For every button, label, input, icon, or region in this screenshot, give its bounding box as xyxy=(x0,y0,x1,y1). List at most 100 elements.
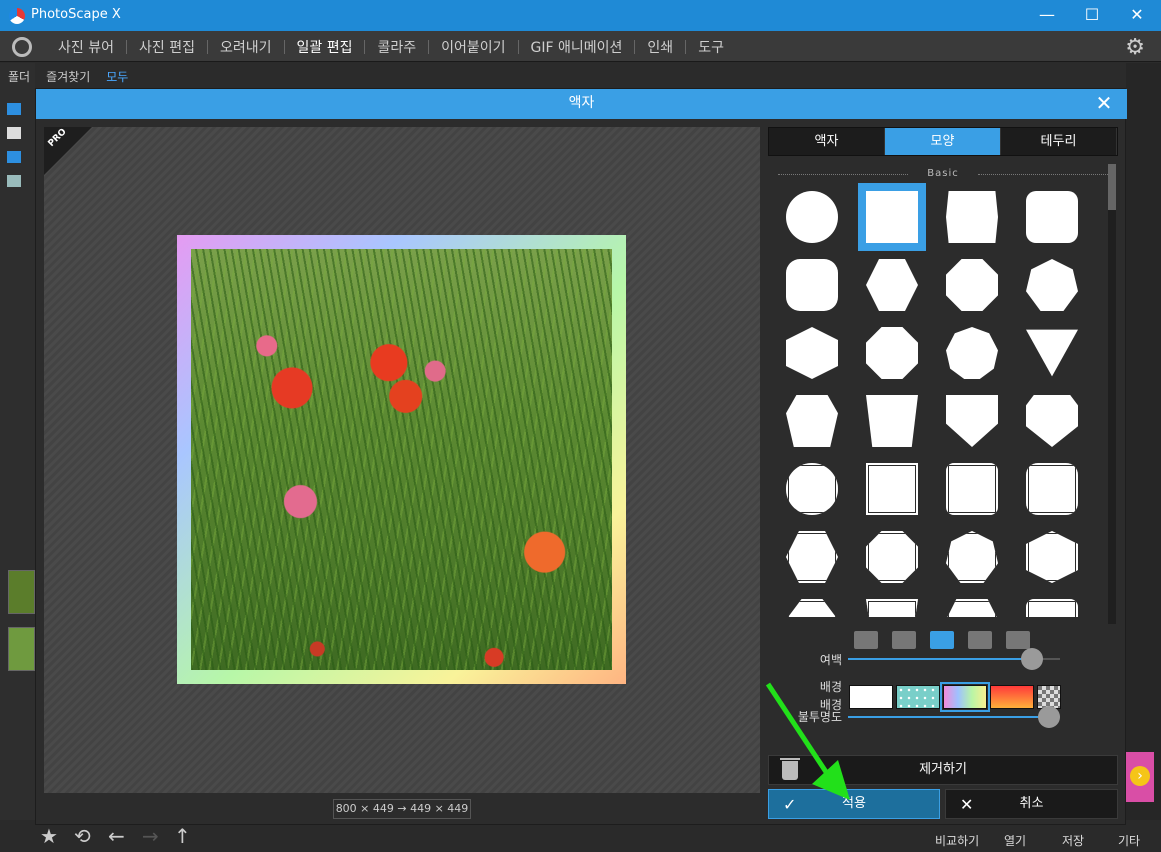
tab-shape[interactable]: 모양 xyxy=(885,128,1001,155)
thumbnail-1[interactable] xyxy=(8,570,35,614)
shape-option[interactable] xyxy=(938,319,1006,387)
shape-option[interactable] xyxy=(858,251,926,319)
tab-folder[interactable]: 폴더 xyxy=(0,63,38,87)
shape-option[interactable] xyxy=(1018,183,1086,251)
shape-option[interactable] xyxy=(1018,387,1086,455)
shape-preview-icon xyxy=(786,327,838,379)
shape-option[interactable] xyxy=(1018,591,1086,617)
mode-flip-vertical-icon[interactable] xyxy=(1006,631,1030,649)
star-icon[interactable]: ★ xyxy=(40,824,58,848)
tab-border[interactable]: 테두리 xyxy=(1001,128,1117,155)
menu-item-8[interactable]: 도구 xyxy=(686,37,736,57)
shape-option[interactable] xyxy=(858,591,926,617)
mode-fit-icon[interactable] xyxy=(930,631,954,649)
preview-canvas: PRO xyxy=(44,127,760,793)
shape-option[interactable] xyxy=(778,455,846,523)
menu-item-7[interactable]: 인쇄 xyxy=(635,37,685,57)
thumbnail-2[interactable] xyxy=(8,627,35,671)
shape-option[interactable] xyxy=(778,591,846,617)
shape-option[interactable] xyxy=(778,319,846,387)
shape-preview-icon xyxy=(866,395,918,447)
opacity-slider[interactable] xyxy=(848,706,1060,728)
shape-preview-icon xyxy=(946,191,998,243)
mode-square-icon[interactable] xyxy=(854,631,878,649)
shape-option[interactable] xyxy=(938,523,1006,591)
shape-option[interactable] xyxy=(778,251,846,319)
shape-option[interactable] xyxy=(1018,523,1086,591)
shape-option[interactable] xyxy=(1018,251,1086,319)
menu-item-5[interactable]: 이어붙이기 xyxy=(429,37,517,57)
menu-item-4[interactable]: 콜라주 xyxy=(365,37,428,57)
shape-preview-icon xyxy=(786,395,838,447)
margin-slider[interactable] xyxy=(848,648,1060,670)
shape-preview-icon xyxy=(786,463,838,515)
cancel-button[interactable]: ✕ 취소 xyxy=(945,789,1118,819)
image-icon[interactable] xyxy=(7,175,21,187)
shape-option[interactable] xyxy=(858,319,926,387)
shape-preview-icon xyxy=(866,531,918,583)
shape-option[interactable] xyxy=(938,455,1006,523)
shape-preview-icon xyxy=(1026,531,1078,583)
compare-label[interactable]: 비교하기 xyxy=(935,832,979,849)
rotate-icon[interactable]: ⟲ xyxy=(74,824,91,848)
mode-flip-horizontal-icon[interactable] xyxy=(968,631,992,649)
opacity-slider-knob[interactable] xyxy=(1038,706,1060,728)
shape-scrollbar[interactable] xyxy=(1108,164,1116,624)
maximize-button[interactable]: ☐ xyxy=(1069,0,1115,31)
shape-option[interactable] xyxy=(938,387,1006,455)
shape-option[interactable] xyxy=(1018,319,1086,387)
shape-option[interactable] xyxy=(858,523,926,591)
shape-preview-icon xyxy=(1026,463,1078,515)
settings-gear-icon[interactable]: ⚙ xyxy=(1125,35,1145,60)
dialog-title: 액자 xyxy=(36,89,1127,119)
shape-preview-icon xyxy=(786,191,838,243)
shape-option[interactable] xyxy=(858,183,926,251)
folder-icon[interactable] xyxy=(7,103,21,115)
menu-item-3[interactable]: 일괄 편집 xyxy=(285,37,365,57)
shape-option[interactable] xyxy=(938,251,1006,319)
photoscape-logo-icon[interactable] xyxy=(12,37,32,57)
back-arrow-icon[interactable]: ← xyxy=(108,824,125,848)
dialog-close-icon[interactable]: ✕ xyxy=(1093,92,1115,114)
close-window-button[interactable]: ✕ xyxy=(1114,0,1160,31)
tab-frame[interactable]: 액자 xyxy=(769,128,885,155)
open-label[interactable]: 열기 xyxy=(1004,832,1026,849)
save-label[interactable]: 저장 xyxy=(1062,832,1084,849)
forward-arrow-icon[interactable]: → xyxy=(142,824,159,848)
shape-preview-icon xyxy=(946,463,998,515)
shape-option[interactable] xyxy=(858,387,926,455)
up-arrow-icon[interactable]: ↑ xyxy=(174,824,191,848)
document-icon[interactable] xyxy=(7,127,21,139)
scroll-thumb[interactable] xyxy=(1108,164,1116,210)
download-icon[interactable] xyxy=(7,151,21,163)
shape-option[interactable] xyxy=(1018,455,1086,523)
shape-option[interactable] xyxy=(778,523,846,591)
shape-preview-icon xyxy=(866,191,918,243)
menu-item-0[interactable]: 사진 뷰어 xyxy=(46,37,126,57)
minimize-button[interactable]: — xyxy=(1024,0,1070,31)
margin-slider-fill xyxy=(848,658,1032,660)
menu-item-2[interactable]: 오려내기 xyxy=(208,37,284,57)
menu-item-6[interactable]: GIF 애니메이션 xyxy=(519,37,635,57)
tab-favorites[interactable]: 즐겨찾기 xyxy=(38,63,98,87)
shape-preview-icon xyxy=(946,531,998,583)
shape-preview-icon xyxy=(946,327,998,379)
swatch-red-orange[interactable] xyxy=(990,685,1034,709)
shape-option[interactable] xyxy=(858,455,926,523)
shape-option[interactable] xyxy=(938,183,1006,251)
mode-ellipse-icon[interactable] xyxy=(892,631,916,649)
shape-option[interactable] xyxy=(938,591,1006,617)
left-tabs: 폴더 즐겨찾기 모두 xyxy=(0,63,136,87)
swatch-rainbow[interactable] xyxy=(940,682,990,712)
more-label[interactable]: 기타 xyxy=(1118,832,1140,849)
menu-item-1[interactable]: 사진 편집 xyxy=(127,37,207,57)
mode-icons xyxy=(854,631,1044,651)
shape-option[interactable] xyxy=(778,387,846,455)
shape-option[interactable] xyxy=(778,183,846,251)
green-annotation-arrow-icon xyxy=(765,682,850,800)
shape-preview-icon xyxy=(786,599,838,617)
tab-all[interactable]: 모두 xyxy=(98,63,136,87)
swatch-teal-dots[interactable] xyxy=(896,685,940,709)
margin-slider-knob[interactable] xyxy=(1021,648,1043,670)
promo-tab[interactable]: › xyxy=(1126,752,1154,802)
